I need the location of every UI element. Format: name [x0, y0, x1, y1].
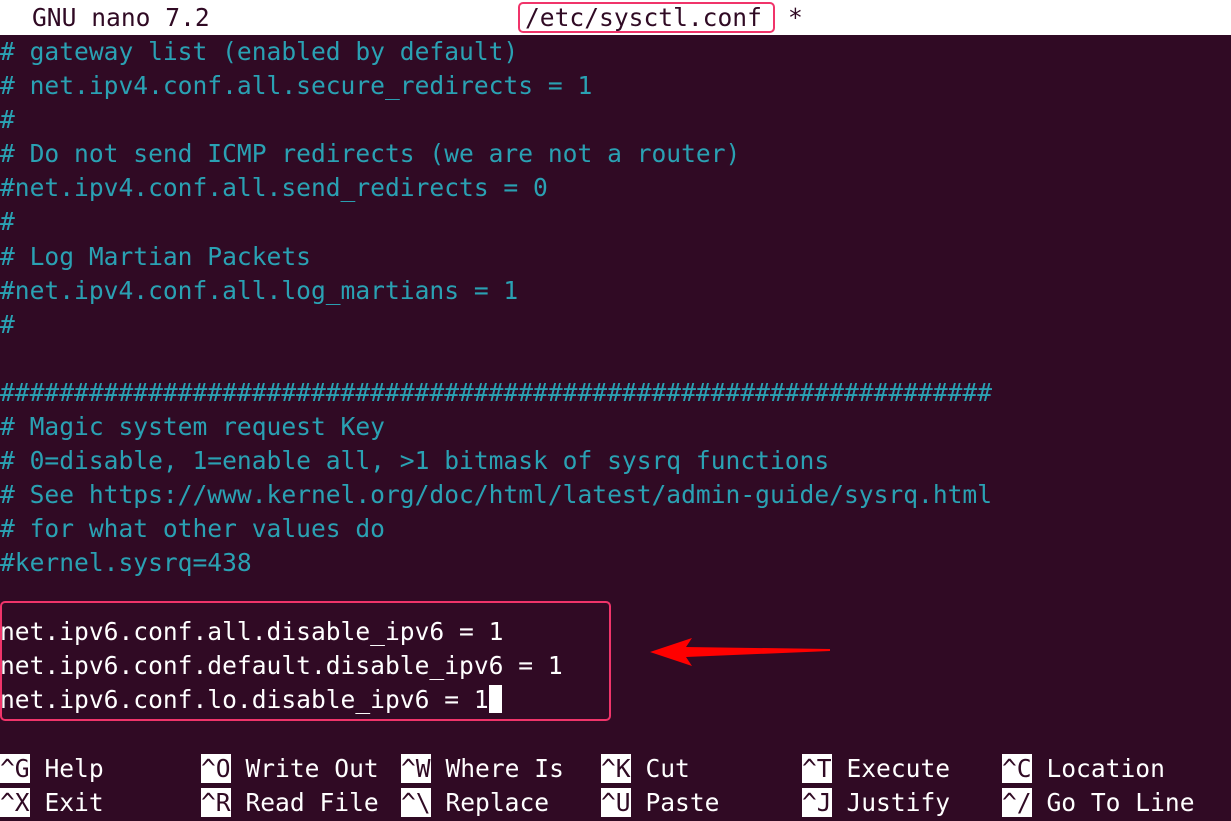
- shortcut-read-file[interactable]: ^R Read File: [201, 786, 379, 820]
- shortcut-key: ^U: [601, 788, 631, 817]
- shortcut-row: ^G Help ^O Write Out ^W Where Is ^K Cut ^T E…: [0, 752, 1231, 786]
- nano-terminal-window: GNU nano 7.2 /etc/sysctl.conf * # gatewa…: [0, 0, 1231, 821]
- line-text: # gateway list (enabled by default): [0, 37, 519, 66]
- shortcut-help[interactable]: ^G Help: [0, 752, 104, 786]
- comment-line[interactable]: # net.ipv4.conf.all.secure_redirects = 1: [0, 69, 1231, 103]
- comment-line[interactable]: #: [0, 205, 1231, 239]
- shortcut-row: ^X Exit ^R Read File ^\ Replace ^U Paste ^J …: [0, 786, 1231, 820]
- red-arrow-annotation-icon: [650, 638, 830, 666]
- line-text: #: [0, 309, 15, 339]
- line-text: # See https://www.kernel.org/doc/html/la…: [0, 480, 993, 510]
- comment-line[interactable]: # gateway list (enabled by default): [0, 35, 1231, 69]
- comment-line[interactable]: # 0=disable, 1=enable all, >1 bitmask of…: [0, 444, 1231, 478]
- comment-line[interactable]: # Do not send ICMP redirects (we are not…: [0, 137, 1231, 171]
- shortcut-go-to-line[interactable]: ^/ Go To Line: [1002, 786, 1195, 820]
- comment-line[interactable]: #: [0, 103, 1231, 137]
- shortcut-exit[interactable]: ^X Exit: [0, 786, 104, 820]
- shortcut-label: Where Is: [445, 754, 564, 783]
- line-text: ########################################…: [0, 377, 993, 407]
- app-title: GNU nano 7.2: [32, 3, 210, 32]
- shortcut-label: Justify: [846, 788, 951, 817]
- comment-line[interactable]: # Log Martian Packets: [0, 240, 1231, 274]
- shortcut-key: ^J: [802, 788, 832, 817]
- shortcut-label: Paste: [645, 788, 720, 817]
- shortcut-key: ^C: [1002, 754, 1032, 783]
- comment-line[interactable]: # for what other values do: [0, 512, 1231, 546]
- shortcut-label: Go To Line: [1046, 788, 1195, 817]
- comment-line[interactable]: # Magic system request Key: [0, 410, 1231, 444]
- shortcut-key: ^W: [401, 754, 431, 783]
- line-text: # for what other values do: [0, 514, 385, 544]
- shortcut-key: ^X: [0, 788, 30, 817]
- shortcut-key: ^T: [802, 754, 832, 783]
- shortcut-key: ^\: [401, 788, 431, 817]
- shortcut-where-is[interactable]: ^W Where Is: [401, 752, 564, 786]
- filename-highlight-annotation: [518, 2, 775, 33]
- line-text: # net.ipv4.conf.all.secure_redirects = 1: [0, 71, 593, 101]
- shortcut-key: ^/: [1002, 788, 1032, 817]
- line-text: #net.ipv4.conf.all.send_redirects = 0: [0, 173, 548, 203]
- shortcut-label: Cut: [645, 754, 690, 783]
- comment-line[interactable]: #: [0, 308, 1231, 342]
- line-text: #net.ipv4.conf.all.log_martians = 1: [0, 275, 519, 305]
- line-text: #kernel.sysrq=438: [0, 548, 252, 578]
- modified-indicator: *: [788, 3, 803, 32]
- shortcut-paste[interactable]: ^U Paste: [601, 786, 719, 820]
- line-text: # Magic system request Key: [0, 412, 385, 442]
- line-text: # 0=disable, 1=enable all, >1 bitmask of…: [0, 446, 830, 476]
- shortcut-label: Read File: [245, 788, 379, 817]
- shortcut-replace[interactable]: ^\ Replace: [401, 786, 549, 820]
- blank-line[interactable]: [0, 342, 1231, 376]
- comment-line[interactable]: #net.ipv4.conf.all.log_martians = 1: [0, 274, 1231, 308]
- line-text: #: [0, 207, 15, 237]
- shortcut-label: Write Out: [245, 754, 379, 783]
- shortcut-location[interactable]: ^C Location: [1002, 752, 1165, 786]
- shortcut-write-out[interactable]: ^O Write Out: [201, 752, 379, 786]
- shortcut-execute[interactable]: ^T Execute: [802, 752, 950, 786]
- shortcut-label: Execute: [846, 754, 951, 783]
- shortcut-label: Exit: [44, 788, 104, 817]
- comment-line[interactable]: #kernel.sysrq=438: [0, 546, 1231, 580]
- shortcut-bar: ^G Help ^O Write Out ^W Where Is ^K Cut ^T E…: [0, 752, 1231, 820]
- shortcut-key: ^R: [201, 788, 231, 817]
- shortcut-key: ^K: [601, 754, 631, 783]
- shortcut-label: Replace: [445, 788, 550, 817]
- line-text: # Log Martian Packets: [0, 241, 311, 271]
- shortcut-cut[interactable]: ^K Cut: [601, 752, 690, 786]
- arrow-shape: [650, 638, 830, 666]
- shortcut-key: ^G: [0, 754, 30, 783]
- shortcut-label: Help: [44, 754, 104, 783]
- line-text: #: [0, 105, 15, 135]
- comment-line[interactable]: # See https://www.kernel.org/doc/html/la…: [0, 478, 1231, 512]
- line-text: # Do not send ICMP redirects (we are not…: [0, 139, 741, 169]
- shortcut-label: Location: [1046, 754, 1165, 783]
- shortcut-justify[interactable]: ^J Justify: [802, 786, 950, 820]
- shortcut-key: ^O: [201, 754, 231, 783]
- comment-line[interactable]: #net.ipv4.conf.all.send_redirects = 0: [0, 171, 1231, 205]
- ipv6-lines-highlight-annotation: [0, 601, 611, 721]
- comment-line[interactable]: ########################################…: [0, 376, 1231, 410]
